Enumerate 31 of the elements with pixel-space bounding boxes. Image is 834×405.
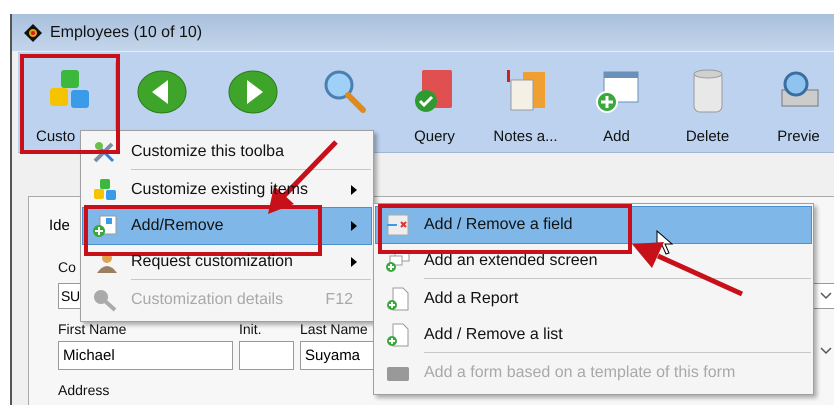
submenu-arrow-icon [351, 221, 357, 231]
field-label: Co [58, 259, 76, 275]
field-label: First Name [58, 321, 126, 337]
field-label: Address [58, 382, 110, 398]
menu-item[interactable]: Add/Remove [83, 208, 371, 244]
mouse-cursor-icon [656, 230, 674, 256]
shortcut-text: F12 [325, 291, 353, 309]
input-field[interactable] [239, 341, 294, 370]
field-label: Init. [239, 321, 262, 337]
add-document-icon [385, 323, 411, 347]
cubes-icon [92, 178, 118, 202]
input-field[interactable]: Michael [58, 341, 233, 370]
window-title: Employees (10 of 10) [50, 24, 202, 42]
toolbar-button[interactable]: Previe [753, 52, 834, 152]
add-document-icon [385, 287, 411, 311]
menu-item[interactable]: Add a Report [376, 281, 811, 317]
submenu-arrow-icon [351, 185, 357, 195]
tab-label[interactable]: Ide [49, 217, 70, 234]
key-icon [92, 288, 118, 312]
chevron-down-icon[interactable] [820, 292, 832, 300]
submenu-arrow-icon [351, 257, 357, 267]
toolbar-button[interactable]: Delete [662, 52, 753, 152]
diamond-icon [24, 24, 42, 42]
field-label: Last Name [300, 321, 368, 337]
chevron-down-icon[interactable] [820, 347, 832, 355]
add-items-icon [92, 214, 118, 238]
field-remove-icon [385, 213, 411, 237]
toolbar-button[interactable]: Notes a... [480, 52, 571, 152]
toolbar-button[interactable]: Query [389, 52, 480, 152]
toolbar-button[interactable]: Add [571, 52, 662, 152]
menu-item[interactable]: Add / Remove a field [376, 207, 811, 243]
